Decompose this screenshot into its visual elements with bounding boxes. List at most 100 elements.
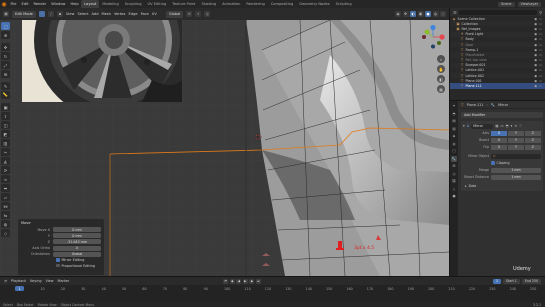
workspace-tab-animation[interactable]: Animation: [219, 0, 243, 8]
eye-icon[interactable]: ◉: [534, 22, 537, 26]
face-select-icon[interactable]: ▪: [56, 11, 63, 17]
outliner-row[interactable]: ▽ Plane.111 ◉ ▭: [450, 83, 545, 89]
shrink-fatten-tool-icon[interactable]: ⬌: [1, 184, 10, 192]
blender-logo-icon[interactable]: ◉: [0, 0, 8, 8]
proportional-edit-icon[interactable]: ◎: [204, 11, 211, 17]
eye-icon[interactable]: ◉: [534, 37, 537, 41]
to-sphere-tool-icon[interactable]: ◍: [1, 220, 10, 228]
viewport-toggle-icon[interactable]: ▭: [500, 124, 503, 128]
render-tab-icon[interactable]: ◓: [451, 111, 457, 117]
scene-tab-icon[interactable]: ◈: [451, 133, 457, 139]
flip-z-toggle[interactable]: Z: [524, 144, 541, 150]
perspective-toggle-icon[interactable]: ▦: [437, 85, 445, 93]
camera-icon[interactable]: ▭: [539, 74, 542, 78]
workspace-tab-compositing[interactable]: Compositing: [268, 0, 297, 8]
shear-tool-icon[interactable]: ▱: [1, 193, 10, 201]
pivot-icon[interactable]: ⊙: [186, 11, 193, 17]
xray-toggle-icon[interactable]: ▣: [417, 11, 424, 17]
eye-icon[interactable]: ◉: [534, 27, 537, 31]
vertex-slide-tool-icon[interactable]: ◇: [1, 229, 10, 237]
camera-icon[interactable]: ▭: [539, 22, 542, 26]
modifier-name-field[interactable]: Mirror: [471, 123, 494, 129]
eye-icon[interactable]: ◉: [534, 53, 537, 57]
viewport-menu-select[interactable]: Select: [77, 12, 88, 16]
axis-ortho-field[interactable]: X: [53, 245, 101, 251]
flip-y-toggle[interactable]: Y: [507, 144, 525, 150]
outliner-editor-icon[interactable]: ☰: [453, 10, 457, 15]
tool-tab-icon[interactable]: ✦: [451, 103, 457, 109]
workspace-tab-uv-editing[interactable]: UV Editing: [145, 0, 170, 8]
timeline-menu-marker[interactable]: Marker: [58, 279, 70, 283]
snap-icon[interactable]: ⌖: [195, 11, 202, 17]
eye-icon[interactable]: ◉: [534, 74, 537, 78]
data-tab-icon[interactable]: △: [451, 186, 457, 192]
timeline-ruler[interactable]: 0102030405060708090100110120130140150160…: [0, 285, 545, 301]
timeline-menu-keying[interactable]: Keying: [30, 279, 41, 283]
world-tab-icon[interactable]: ◍: [451, 141, 457, 147]
flip-x-toggle[interactable]: X: [491, 144, 508, 150]
menu-edit[interactable]: Edit: [19, 2, 31, 6]
viewport-menu-edge[interactable]: Edge: [129, 12, 138, 16]
timeline-menu-view[interactable]: View: [46, 279, 54, 283]
merge-distance-field[interactable]: 1 mm: [491, 167, 541, 173]
eye-icon[interactable]: ◉: [534, 48, 537, 52]
render-shading-icon[interactable]: ○: [440, 11, 446, 17]
next-key-icon[interactable]: ◆: [249, 278, 255, 284]
scale-tool-icon[interactable]: ⤢: [1, 61, 10, 69]
playhead[interactable]: 1: [15, 286, 24, 291]
scene-selector[interactable]: Scene: [498, 1, 515, 7]
extrude-tool-icon[interactable]: ⇧: [1, 112, 10, 120]
view-layer-tab-icon[interactable]: ▧: [451, 126, 457, 132]
jump-start-icon[interactable]: ⏮: [223, 278, 229, 284]
eye-icon[interactable]: ◉: [534, 43, 537, 47]
rotate-tool-icon[interactable]: ↻: [1, 52, 10, 60]
camera-icon[interactable]: ▭: [539, 68, 542, 72]
current-frame-field[interactable]: 1: [492, 278, 501, 284]
visibility-icon[interactable]: ◉: [395, 11, 401, 17]
menu-render[interactable]: Render: [31, 2, 49, 6]
orientation-selector[interactable]: Global: [165, 10, 184, 18]
move-y-field[interactable]: 0 mm: [53, 233, 101, 239]
orientation-dropdown[interactable]: Global: [53, 251, 101, 257]
camera-icon[interactable]: ▭: [539, 43, 542, 47]
start-frame-field[interactable]: Start 1: [502, 278, 520, 284]
viewport-menu-view[interactable]: View: [66, 12, 75, 16]
axis-z-toggle[interactable]: Z: [524, 130, 541, 136]
knife-tool-icon[interactable]: ✂: [1, 148, 10, 156]
output-tab-icon[interactable]: ▤: [451, 118, 457, 124]
viewport-menu-uv[interactable]: UV: [152, 12, 157, 16]
end-frame-field[interactable]: End 250: [521, 278, 541, 284]
camera-icon[interactable]: ▭: [539, 27, 542, 31]
render-toggle-icon[interactable]: ◓: [506, 124, 509, 128]
axis-y-toggle[interactable]: Y: [507, 130, 525, 136]
mirror-object-field[interactable]: ▽: [491, 153, 541, 159]
axis-x-toggle[interactable]: X: [491, 130, 508, 136]
modifier-menu-icon[interactable]: ▾: [511, 124, 513, 128]
gizmo-toggle-icon[interactable]: ✥: [402, 11, 409, 17]
eye-icon[interactable]: ◉: [534, 58, 537, 62]
material-tab-icon[interactable]: ●: [451, 193, 457, 199]
workspace-tab-modeling[interactable]: Modeling: [99, 0, 121, 8]
add-modifier-dropdown[interactable]: Add Modifier: [461, 112, 543, 118]
camera-icon[interactable]: ▭: [539, 53, 542, 57]
workspace-tab-rendering[interactable]: Rendering: [243, 0, 267, 8]
solid-shading-icon[interactable]: ●: [425, 11, 431, 17]
physics-tab-icon[interactable]: ◎: [451, 171, 457, 177]
particles-tab-icon[interactable]: ⁂: [451, 163, 457, 169]
viewport-menu-mesh[interactable]: Mesh: [102, 12, 111, 16]
navigation-gizmo[interactable]: [420, 24, 446, 50]
poly-build-tool-icon[interactable]: ◭: [1, 157, 10, 165]
drag-handle-icon[interactable]: ⠿: [519, 124, 521, 128]
prev-key-icon[interactable]: ◆: [229, 278, 235, 284]
camera-view-icon[interactable]: ◧: [437, 75, 445, 83]
eye-icon[interactable]: ◉: [534, 32, 537, 36]
cursor-tool-icon[interactable]: ⊕: [1, 31, 10, 39]
camera-icon[interactable]: ▭: [539, 79, 542, 83]
camera-icon[interactable]: ▭: [539, 84, 542, 88]
move-z-field[interactable]: -31.043 mm: [53, 239, 101, 245]
workspace-tab-texture-paint[interactable]: Texture Paint: [169, 0, 198, 8]
move-x-field[interactable]: 0 mm: [53, 227, 101, 233]
constraints-tab-icon[interactable]: ⛓: [451, 178, 457, 184]
eye-icon[interactable]: ◉: [534, 84, 537, 88]
viewport-menu-face[interactable]: Face: [141, 12, 149, 16]
